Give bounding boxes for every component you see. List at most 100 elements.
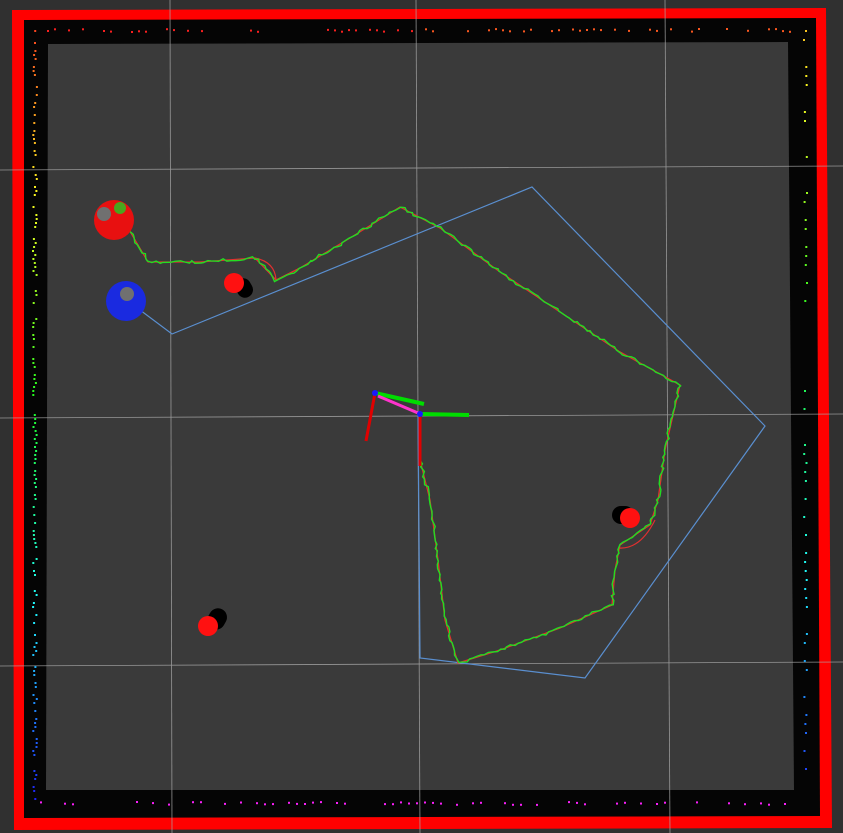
scan-point <box>131 31 133 33</box>
scan-point <box>264 803 266 806</box>
scan-point <box>32 334 35 336</box>
scan-point <box>34 42 36 44</box>
scan-point <box>782 30 784 33</box>
scan-point <box>201 30 203 33</box>
scan-point <box>744 803 746 806</box>
scan-point <box>320 801 322 804</box>
scan-point <box>32 250 34 252</box>
scan-point <box>806 192 808 194</box>
scan-point <box>224 802 226 805</box>
scan-point <box>35 594 38 596</box>
robot-blue[interactable] <box>106 281 146 321</box>
scan-point <box>33 570 35 572</box>
frame-b-z-axis <box>417 411 423 417</box>
scan-point <box>805 597 808 599</box>
scan-point <box>805 552 808 554</box>
scan-point <box>803 750 806 752</box>
scan-point <box>640 802 642 805</box>
scan-point <box>32 390 35 392</box>
scan-point <box>32 534 35 536</box>
scan-point <box>806 282 808 284</box>
scan-point <box>804 120 806 122</box>
scan-point <box>187 29 189 32</box>
scan-point <box>32 426 35 428</box>
scan-point <box>34 102 37 104</box>
scan-point <box>33 106 36 108</box>
scan-point <box>664 801 666 804</box>
scan-point <box>804 228 807 230</box>
obstacle-top <box>224 273 244 293</box>
scan-point <box>35 318 38 320</box>
scan-point <box>495 28 497 31</box>
scan-point <box>35 746 38 748</box>
scan-point <box>34 30 37 32</box>
scan-point <box>34 574 36 576</box>
scan-point <box>33 538 36 540</box>
scan-point <box>34 174 37 176</box>
robot-red[interactable] <box>94 200 134 240</box>
scan-point <box>520 803 522 806</box>
scan-point <box>572 28 574 31</box>
scan-point <box>34 186 36 188</box>
scan-point <box>384 803 386 806</box>
scan-point <box>614 28 616 31</box>
scan-point <box>551 30 553 33</box>
scan-point <box>805 66 808 68</box>
scan-point <box>256 802 258 805</box>
scan-point <box>54 28 56 31</box>
scan-point <box>257 30 259 33</box>
scan-point <box>33 194 36 196</box>
scan-point <box>33 386 36 388</box>
scan-point <box>136 801 138 803</box>
scan-point <box>32 70 35 72</box>
scan-point <box>35 742 38 744</box>
scan-point <box>192 801 194 804</box>
scan-point <box>400 801 402 804</box>
scan-point <box>34 418 37 420</box>
scan-point <box>68 29 70 32</box>
scan-point <box>803 39 805 41</box>
scan-point <box>392 803 394 806</box>
scan-point <box>33 590 36 592</box>
scan-point <box>35 178 38 180</box>
obstacle-top <box>198 616 218 636</box>
scan-point <box>32 338 35 340</box>
scan-point <box>32 654 35 656</box>
scan-point <box>649 28 651 31</box>
scan-point <box>586 29 588 31</box>
scan-point <box>32 750 35 752</box>
scan-point <box>32 322 35 324</box>
scan-point <box>200 801 202 804</box>
scan-point <box>33 142 36 144</box>
scan-point <box>82 28 84 31</box>
scan-point <box>32 786 35 788</box>
scan-point <box>504 802 506 805</box>
scan-point <box>35 86 38 88</box>
scan-point <box>33 514 36 516</box>
scan-point <box>304 803 306 805</box>
scan-point <box>784 803 786 805</box>
frame-a-z-axis <box>372 390 378 396</box>
scan-point <box>805 75 808 77</box>
scene-canvas[interactable] <box>0 0 843 833</box>
scan-point <box>805 534 807 536</box>
scan-point <box>47 30 49 32</box>
scan-point <box>804 444 806 446</box>
robot-red-body <box>94 200 134 240</box>
scan-point <box>804 264 807 266</box>
scan-point <box>272 803 274 806</box>
scan-point <box>35 478 38 480</box>
scan-point <box>34 486 37 488</box>
scan-point <box>536 803 538 806</box>
scan-point <box>35 642 38 644</box>
scan-point <box>33 646 36 648</box>
scan-point <box>32 302 35 304</box>
scan-point <box>804 219 807 221</box>
scan-point <box>34 382 37 384</box>
scan-point <box>32 270 35 272</box>
scan-point <box>35 274 38 276</box>
scan-point <box>35 218 38 220</box>
scan-point <box>33 438 36 440</box>
scan-point <box>32 694 35 696</box>
render-viewport[interactable] <box>0 0 843 833</box>
